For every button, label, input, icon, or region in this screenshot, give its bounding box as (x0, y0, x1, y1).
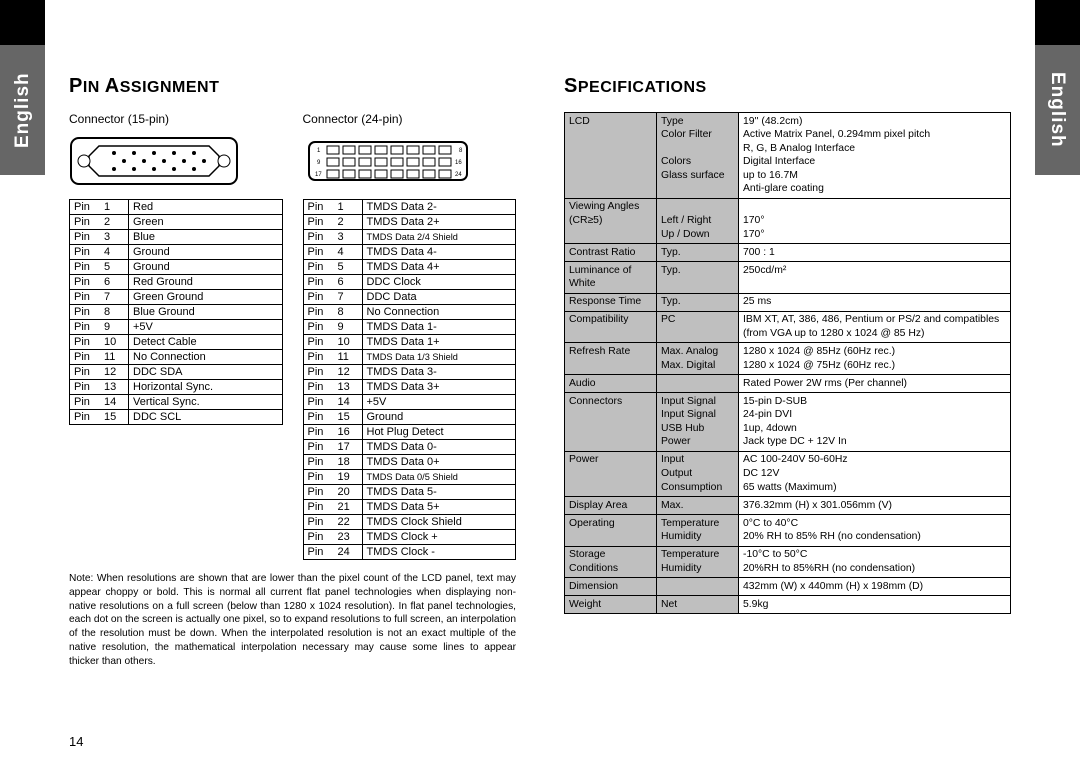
connector-24-col: Connector (24-pin) 1 8 9 16 17 24 Pin1TMDS … (303, 112, 517, 560)
table-row: Pin12TMDS Data 3- (303, 365, 516, 380)
table-row: CompatibilityPCIBM XT, AT, 386, 486, Pen… (565, 311, 1011, 343)
table-row: Pin7Green Ground (70, 290, 283, 305)
table-row: Display AreaMax.376.32mm (H) x 301.056mm… (565, 496, 1011, 514)
right-column: SPECIFICATIONS LCDType Color Filter Colo… (540, 0, 1035, 763)
table-row: Pin24TMDS Clock - (303, 545, 516, 560)
table-row: Pin13Horizontal Sync. (70, 380, 283, 395)
table-row: Pin14Vertical Sync. (70, 395, 283, 410)
connector-15-label: Connector (15-pin) (69, 112, 283, 126)
connector-15-icon (69, 136, 239, 186)
table-row: Pin2TMDS Data 2+ (303, 215, 516, 230)
table-row: Pin4Ground (70, 245, 283, 260)
pin-24-table: Pin1TMDS Data 2-Pin2TMDS Data 2+Pin3TMDS… (303, 199, 517, 560)
table-row: Pin9+5V (70, 320, 283, 335)
svg-text:1: 1 (317, 148, 321, 154)
table-row: WeightNet5.9kg (565, 596, 1011, 614)
table-row: Pin7DDC Data (303, 290, 516, 305)
page-body: PIN ASSIGNMENT Connector (15-pin) (45, 0, 1035, 763)
table-row: Pin15DDC SCL (70, 410, 283, 425)
table-row: Pin8No Connection (303, 305, 516, 320)
table-row: Pin5Ground (70, 260, 283, 275)
connector-15-col: Connector (15-pin) Pin1RedPin2GreenPin3B… (69, 112, 283, 560)
table-row: Pin6Red Ground (70, 275, 283, 290)
table-row: Pin17TMDS Data 0- (303, 440, 516, 455)
table-row: Pin10Detect Cable (70, 335, 283, 350)
table-row: Dimension432mm (W) x 440mm (H) x 198mm (… (565, 578, 1011, 596)
table-row: Pin13TMDS Data 3+ (303, 380, 516, 395)
table-row: Luminance of WhiteTyp.250cd/m² (565, 261, 1011, 293)
table-row: Pin4TMDS Data 4- (303, 245, 516, 260)
table-row: Storage ConditionsTemperature Humidity-1… (565, 546, 1011, 578)
language-tab-left: English (0, 45, 45, 175)
table-row: Pin10TMDS Data 1+ (303, 335, 516, 350)
table-row: Pin2Green (70, 215, 283, 230)
table-row: Pin3Blue (70, 230, 283, 245)
table-row: Pin11No Connection (70, 350, 283, 365)
page-number: 14 (69, 734, 83, 749)
corner-block-right (1035, 0, 1080, 45)
table-row: PowerInput Output ConsumptionAC 100-240V… (565, 451, 1011, 496)
table-row: Viewing Angles (CR≥5) Left / Right Up / … (565, 198, 1011, 243)
table-row: Pin18TMDS Data 0+ (303, 455, 516, 470)
table-row: AudioRated Power 2W rms (Per channel) (565, 374, 1011, 392)
table-row: Pin9TMDS Data 1- (303, 320, 516, 335)
connector-24-label: Connector (24-pin) (303, 112, 517, 126)
pin-15-table: Pin1RedPin2GreenPin3BluePin4GroundPin5Gr… (69, 199, 283, 425)
connector-24-icon: 1 8 9 16 17 24 (303, 136, 473, 186)
svg-text:8: 8 (459, 148, 463, 154)
table-row: Pin23TMDS Clock + (303, 530, 516, 545)
table-row: ConnectorsInput Signal Input Signal USB … (565, 393, 1011, 452)
svg-text:9: 9 (317, 160, 321, 166)
table-row: Pin14+5V (303, 395, 516, 410)
language-tab-right: English (1035, 45, 1080, 175)
svg-text:16: 16 (455, 160, 462, 166)
table-row: Pin1TMDS Data 2- (303, 200, 516, 215)
specs-table: LCDType Color Filter Colors Glass surfac… (564, 112, 1011, 614)
table-row: Pin3TMDS Data 2/4 Shield (303, 230, 516, 245)
table-row: Pin21TMDS Data 5+ (303, 500, 516, 515)
pin-assignment-heading: PIN ASSIGNMENT (69, 75, 516, 98)
table-row: Pin1Red (70, 200, 283, 215)
resolution-note: Note: When resolutions are shown that ar… (69, 572, 516, 668)
table-row: LCDType Color Filter Colors Glass surfac… (565, 113, 1011, 199)
table-row: Pin15Ground (303, 410, 516, 425)
table-row: Pin19TMDS Data 0/5 Shield (303, 470, 516, 485)
table-row: Pin5TMDS Data 4+ (303, 260, 516, 275)
table-row: Pin8Blue Ground (70, 305, 283, 320)
table-row: Pin12DDC SDA (70, 365, 283, 380)
left-column: PIN ASSIGNMENT Connector (15-pin) (45, 0, 540, 763)
table-row: Response TimeTyp.25 ms (565, 293, 1011, 311)
table-row: Pin16Hot Plug Detect (303, 425, 516, 440)
corner-block-left (0, 0, 45, 45)
table-row: Pin11TMDS Data 1/3 Shield (303, 350, 516, 365)
specifications-heading: SPECIFICATIONS (564, 75, 1011, 98)
table-row: Contrast RatioTyp.700 : 1 (565, 243, 1011, 261)
table-row: Pin6DDC Clock (303, 275, 516, 290)
table-row: OperatingTemperature Humidity0°C to 40°C… (565, 514, 1011, 546)
table-row: Pin22TMDS Clock Shield (303, 515, 516, 530)
table-row: Pin20TMDS Data 5- (303, 485, 516, 500)
svg-text:17: 17 (315, 172, 322, 178)
svg-text:24: 24 (455, 172, 462, 178)
table-row: Refresh RateMax. Analog Max. Digital1280… (565, 343, 1011, 375)
pin-columns: Connector (15-pin) Pin1RedPin2GreenPin3B… (69, 112, 516, 560)
